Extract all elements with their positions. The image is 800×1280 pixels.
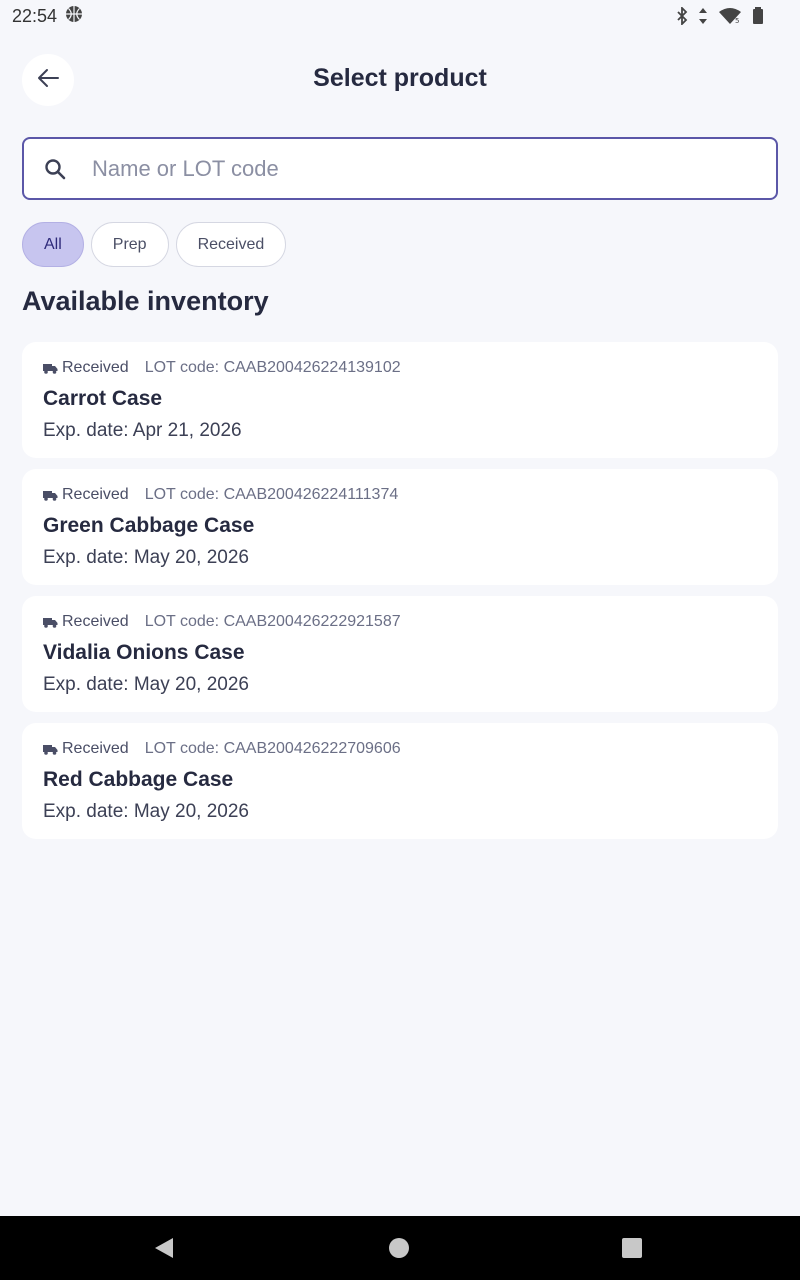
page-title: Select product (313, 64, 487, 92)
filter-chip-all[interactable]: All (22, 222, 84, 267)
truck-icon (43, 744, 58, 755)
product-card[interactable]: Received LOT code: CAAB200426224139102 C… (22, 342, 778, 458)
product-name: Carrot Case (43, 387, 163, 410)
status-bar: 22:54 5 (0, 0, 800, 32)
status-left: 22:54 (12, 5, 83, 28)
product-exp-date: Exp. date: Apr 21, 2026 (43, 420, 242, 441)
truck-icon (43, 490, 58, 501)
product-lot-code: LOT code: CAAB200426224139102 (144, 359, 401, 376)
magnifier-icon (24, 157, 86, 181)
wifi-icon: 5 (718, 7, 742, 25)
truck-icon (43, 617, 58, 628)
product-status: Received (62, 359, 129, 376)
status-right: 5 (676, 7, 788, 25)
product-name: Vidalia Onions Case (43, 641, 245, 664)
status-time: 22:54 (12, 5, 58, 26)
product-status: Received (62, 486, 129, 503)
product-name: Green Cabbage Case (43, 514, 255, 537)
svg-text:5: 5 (735, 17, 739, 25)
product-status: Received (62, 740, 129, 757)
product-status: Received (62, 613, 129, 630)
basketball-icon (65, 5, 83, 28)
product-meta: Received LOT code: CAAB200426224139102 (43, 358, 757, 378)
filter-chip-prep[interactable]: Prep (90, 222, 169, 267)
screen: 22:54 5 Select product Name or LOT code … (0, 0, 800, 1280)
data-transfer-icon (698, 7, 708, 25)
product-card[interactable]: Received LOT code: CAAB200426224111374 G… (22, 469, 778, 585)
truck-icon (43, 363, 58, 374)
bluetooth-icon (676, 7, 688, 25)
nav-home-icon[interactable] (388, 1237, 410, 1264)
product-lot-code: LOT code: CAAB200426222709606 (144, 740, 401, 757)
header: Select product (22, 54, 778, 106)
search-box[interactable] (22, 137, 778, 200)
filter-chip-received[interactable]: Received (175, 222, 287, 267)
product-list: Received LOT code: CAAB200426224139102 C… (22, 342, 778, 850)
product-meta: Received LOT code: CAAB200426224111374 (43, 485, 757, 505)
product-lot-code: LOT code: CAAB200426224111374 (144, 486, 399, 503)
product-card[interactable]: Received LOT code: CAAB200426222709606 R… (22, 723, 778, 839)
product-lot-code: LOT code: CAAB200426222921587 (144, 613, 401, 630)
nav-recents-icon[interactable] (621, 1237, 643, 1264)
product-exp-date: Exp. date: May 20, 2026 (43, 674, 249, 695)
product-meta: Received LOT code: CAAB200426222921587 (43, 612, 757, 632)
battery-icon (752, 7, 764, 25)
nav-back-icon[interactable] (153, 1237, 175, 1264)
navigation-bar (0, 1216, 800, 1280)
product-card[interactable]: Received LOT code: CAAB200426222921587 V… (22, 596, 778, 712)
product-name: Red Cabbage Case (43, 768, 234, 791)
section-title: Available inventory (22, 286, 269, 316)
search-input[interactable] (86, 139, 776, 198)
product-meta: Received LOT code: CAAB200426222709606 (43, 739, 757, 759)
product-exp-date: Exp. date: May 20, 2026 (43, 547, 249, 568)
filter-chips: All Prep Received (22, 222, 287, 267)
product-exp-date: Exp. date: May 20, 2026 (43, 801, 249, 822)
